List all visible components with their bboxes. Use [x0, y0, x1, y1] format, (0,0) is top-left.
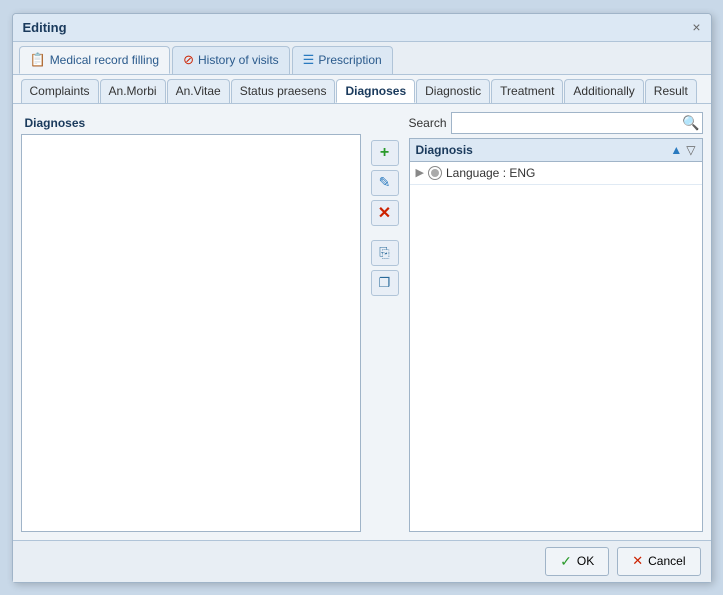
- tab-history-of-visits[interactable]: ⊘ History of visits: [172, 46, 290, 74]
- ok-button[interactable]: ✓ OK: [545, 547, 609, 576]
- language-label: Language : ENG: [446, 166, 535, 180]
- edit-icon: ✎: [379, 174, 391, 191]
- copy2-icon: ❐: [379, 275, 391, 291]
- language-row: ▶ Language : ENG: [410, 162, 702, 185]
- history-tab-label: History of visits: [198, 53, 279, 67]
- medical-tab-icon: 📋: [30, 52, 46, 68]
- filter-icon[interactable]: ▽: [686, 143, 695, 157]
- search-input[interactable]: [451, 112, 703, 134]
- history-tab-icon: ⊘: [183, 52, 194, 68]
- sort-icon[interactable]: ▲: [670, 143, 682, 157]
- language-dot-inner: [431, 169, 439, 177]
- sub-tab-diagnostic[interactable]: Diagnostic: [416, 79, 490, 103]
- right-panel: Search 🔍 Diagnosis ▲ ▽ ▶: [409, 112, 703, 532]
- cancel-x-icon: ✕: [632, 553, 643, 569]
- language-indicator: [428, 166, 442, 180]
- footer: ✓ OK ✕ Cancel: [13, 540, 711, 582]
- close-button[interactable]: ×: [692, 20, 700, 34]
- cancel-button[interactable]: ✕ Cancel: [617, 547, 700, 576]
- content-area: Diagnoses + ✎ ✕ ⎘ ❐: [13, 104, 711, 540]
- medical-tab-label: Medical record filling: [50, 53, 159, 67]
- sub-tab-additionally[interactable]: Additionally: [564, 79, 643, 103]
- left-panel: Diagnoses: [21, 112, 361, 532]
- ok-label: OK: [577, 554, 594, 568]
- diagnosis-table: Diagnosis ▲ ▽ ▶ Language : ENG: [409, 138, 703, 532]
- delete-button[interactable]: ✕: [371, 200, 399, 226]
- main-tabs: 📋 Medical record filling ⊘ History of vi…: [13, 42, 711, 75]
- diagnosis-column-header: Diagnosis ▲ ▽: [410, 139, 702, 162]
- dialog-title: Editing: [23, 20, 67, 35]
- copy1-button[interactable]: ⎘: [371, 240, 399, 266]
- sub-tab-diagnoses[interactable]: Diagnoses: [336, 79, 415, 103]
- prescription-tab-icon: ☰: [303, 52, 315, 68]
- add-icon: +: [380, 144, 389, 162]
- ok-check-icon: ✓: [560, 553, 572, 570]
- diagnoses-list[interactable]: [21, 134, 361, 532]
- diagnosis-column-label: Diagnosis: [416, 143, 667, 157]
- tab-medical-record[interactable]: 📋 Medical record filling: [19, 46, 171, 74]
- expand-icon[interactable]: ▶: [416, 166, 424, 179]
- search-input-wrap: 🔍: [451, 112, 703, 134]
- sub-tabs: Complaints An.Morbi An.Vitae Status prae…: [13, 75, 711, 104]
- add-button[interactable]: +: [371, 140, 399, 166]
- search-label: Search: [409, 116, 447, 130]
- action-buttons: + ✎ ✕ ⎘ ❐: [367, 112, 403, 532]
- copy1-icon: ⎘: [379, 245, 389, 261]
- sub-tab-result[interactable]: Result: [645, 79, 697, 103]
- prescription-tab-label: Prescription: [318, 53, 381, 67]
- cancel-label: Cancel: [648, 554, 685, 568]
- tab-prescription[interactable]: ☰ Prescription: [292, 46, 393, 74]
- title-bar: Editing ×: [13, 14, 711, 42]
- sub-tab-treatment[interactable]: Treatment: [491, 79, 563, 103]
- delete-icon: ✕: [378, 203, 391, 223]
- sub-tab-anvitae[interactable]: An.Vitae: [167, 79, 230, 103]
- search-row: Search 🔍: [409, 112, 703, 134]
- sub-tab-anmorbi[interactable]: An.Morbi: [100, 79, 166, 103]
- search-icon: 🔍: [682, 114, 699, 131]
- editing-dialog: Editing × 📋 Medical record filling ⊘ His…: [12, 13, 712, 583]
- copy2-button[interactable]: ❐: [371, 270, 399, 296]
- sub-tab-complaints[interactable]: Complaints: [21, 79, 99, 103]
- diagnoses-header: Diagnoses: [21, 112, 361, 132]
- edit-button[interactable]: ✎: [371, 170, 399, 196]
- sub-tab-status[interactable]: Status praesens: [231, 79, 336, 103]
- diagnoses-panel: Diagnoses + ✎ ✕ ⎘ ❐: [21, 112, 703, 532]
